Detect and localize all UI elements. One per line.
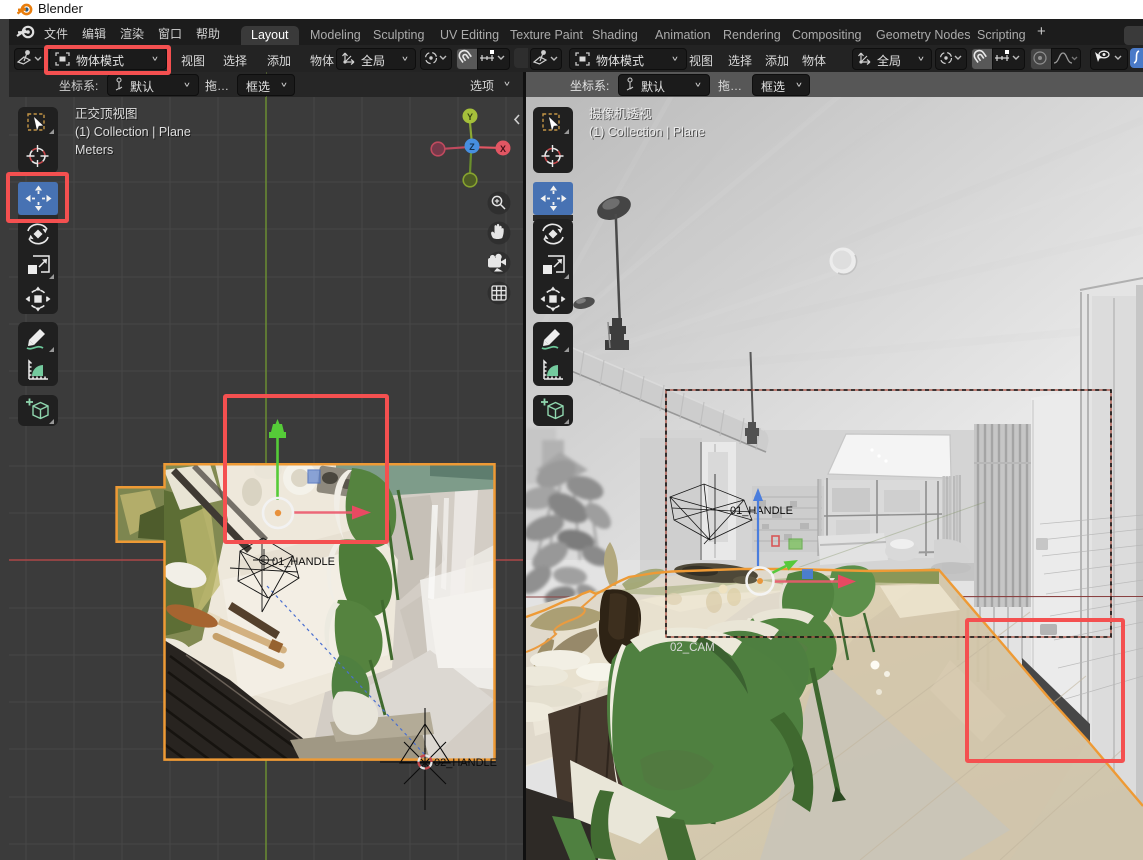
svg-text:01_HANDLE: 01_HANDLE [272,556,335,568]
svg-text:Meters: Meters [75,143,113,157]
svg-text:X: X [500,144,506,154]
svg-text:摄像机透视: 摄像机透视 [589,106,652,121]
svg-text:01_HANDLE: 01_HANDLE [730,505,793,517]
svg-text:(1) Collection | Plane: (1) Collection | Plane [75,125,191,139]
svg-text:02_HANDLE: 02_HANDLE [434,757,497,769]
svg-text:正交顶视图: 正交顶视图 [75,106,138,121]
svg-text:Z: Z [469,142,475,152]
svg-text:02_CAM: 02_CAM [670,642,715,654]
svg-text:(1) Collection | Plane: (1) Collection | Plane [589,125,705,139]
svg-text:Y: Y [467,112,473,122]
